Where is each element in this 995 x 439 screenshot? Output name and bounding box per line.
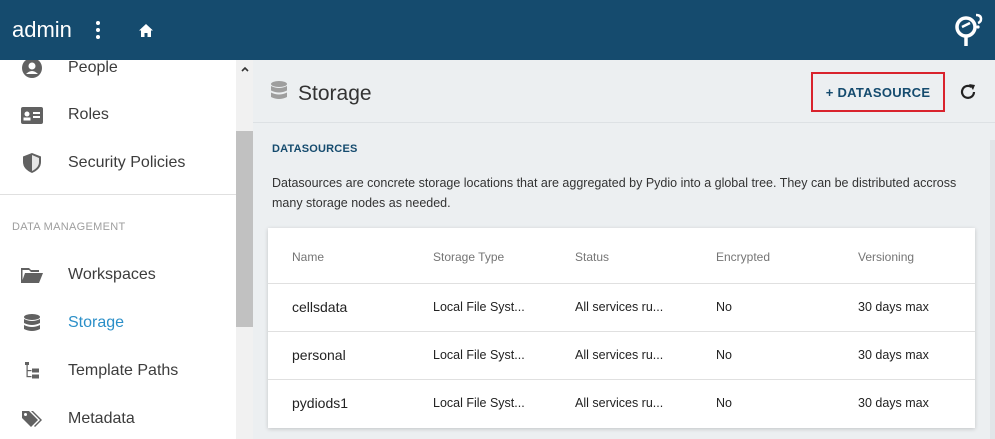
folder-open-icon (20, 263, 44, 287)
cell-encrypted: No (716, 396, 732, 410)
main-scrollbar[interactable] (990, 140, 995, 439)
top-bar: admin (0, 0, 995, 60)
pydio-logo-icon[interactable] (953, 13, 985, 47)
shield-icon (20, 151, 44, 175)
refresh-icon[interactable] (956, 80, 980, 104)
home-icon[interactable] (134, 18, 158, 42)
table-row[interactable]: cellsdata Local File Syst... All service… (268, 283, 975, 331)
section-title: DATASOURCES (272, 143, 358, 155)
sidebar: People Roles Security Policies DATA MANA… (0, 60, 253, 439)
sidebar-item-metadata[interactable]: Metadata (0, 395, 236, 439)
sidebar-item-people[interactable]: People (0, 60, 236, 92)
database-icon (20, 311, 44, 335)
sidebar-item-label: Security Policies (68, 154, 186, 171)
cell-status: All services ru... (575, 396, 664, 410)
sidebar-scrollbar-thumb[interactable] (236, 131, 253, 327)
column-header[interactable]: Name (292, 250, 324, 264)
file-tree-icon (20, 359, 44, 383)
sidebar-divider (0, 194, 236, 195)
page-title: Storage (298, 82, 372, 105)
scroll-up-icon[interactable] (236, 60, 253, 77)
cell-status: All services ru... (575, 348, 664, 362)
cell-name: personal (292, 347, 346, 363)
sidebar-item-template-paths[interactable]: Template Paths (0, 347, 236, 395)
column-header[interactable]: Encrypted (716, 250, 770, 264)
sidebar-item-workspaces[interactable]: Workspaces (0, 251, 236, 299)
cell-storage-type: Local File Syst... (433, 396, 525, 410)
more-vert-icon[interactable] (86, 18, 110, 42)
sidebar-item-security-policies[interactable]: Security Policies (0, 139, 236, 187)
cell-name: pydiods1 (292, 395, 349, 411)
sidebar-item-label: People (68, 60, 118, 76)
cell-versioning: 30 days max (858, 348, 929, 362)
table-row[interactable]: personal Local File Syst... All services… (268, 331, 975, 379)
cell-storage-type: Local File Syst... (433, 348, 525, 362)
sidebar-item-label: Workspaces (68, 266, 156, 283)
cell-encrypted: No (716, 348, 732, 362)
sidebar-item-label: Storage (68, 314, 125, 331)
cell-storage-type: Local File Syst... (433, 300, 525, 314)
tags-icon (20, 407, 44, 431)
add-datasource-button[interactable]: + DATASOURCE (811, 72, 945, 112)
column-header[interactable]: Status (575, 250, 609, 264)
person-icon (20, 60, 44, 80)
database-icon (271, 81, 287, 105)
sidebar-item-label: Metadata (68, 410, 135, 427)
sidebar-item-label: Roles (68, 106, 109, 123)
cell-status: All services ru... (575, 300, 664, 314)
id-card-icon (20, 103, 44, 127)
sidebar-item-storage[interactable]: Storage (0, 299, 236, 347)
sidebar-section-label: DATA MANAGEMENT (12, 221, 126, 233)
section-description: Datasources are concrete storage locatio… (272, 176, 957, 210)
sidebar-item-label: Template Paths (68, 362, 179, 379)
page-header: Storage + DATASOURCE (253, 60, 995, 123)
cell-name: cellsdata (292, 299, 348, 315)
column-header[interactable]: Storage Type (433, 250, 504, 264)
column-header[interactable]: Versioning (858, 250, 914, 264)
cell-versioning: 30 days max (858, 396, 929, 410)
sidebar-item-roles[interactable]: Roles (0, 91, 236, 139)
app-title: admin (12, 17, 72, 42)
datasources-table: Name Storage Type Status Encrypted Versi… (268, 228, 975, 428)
table-row[interactable]: pydiods1 Local File Syst... All services… (268, 379, 975, 427)
cell-encrypted: No (716, 300, 732, 314)
main-content: Storage + DATASOURCE DATASOURCES Datasou… (253, 60, 995, 439)
cell-versioning: 30 days max (858, 300, 929, 314)
